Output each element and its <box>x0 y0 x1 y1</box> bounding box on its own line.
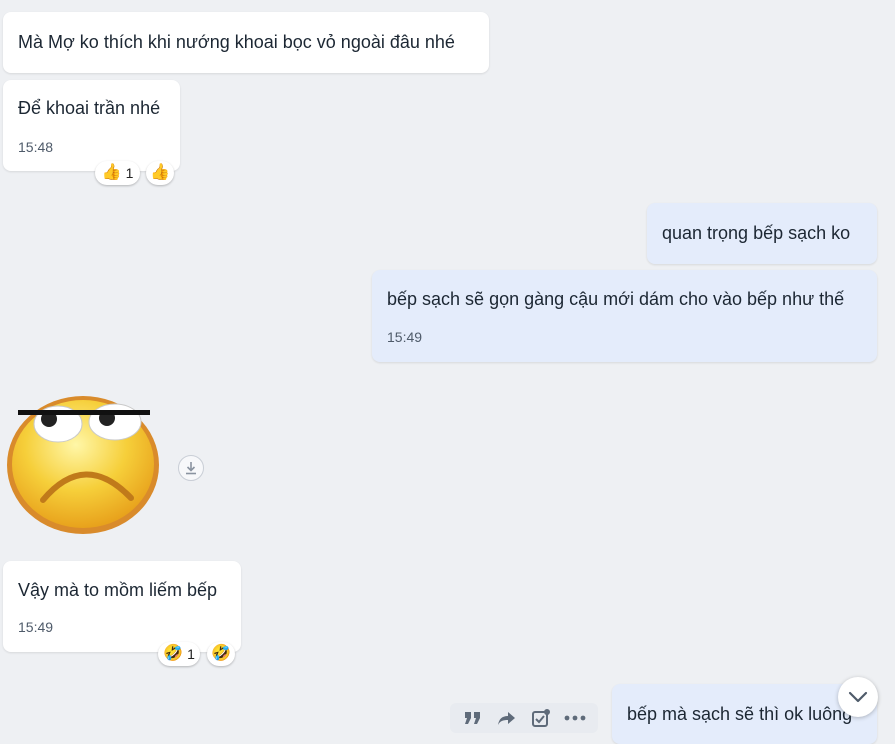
add-reaction-button[interactable]: 👍 <box>146 161 174 185</box>
message-text: Vậy mà to mồm liếm bếp <box>18 580 218 600</box>
download-button[interactable] <box>178 455 204 481</box>
laughing-face-icon: 🤣 <box>211 645 231 662</box>
message-timestamp: 15:49 <box>18 619 54 635</box>
message-action-toolbar <box>450 703 598 733</box>
laughing-face-icon: 🤣 <box>163 645 184 662</box>
more-icon <box>564 715 586 721</box>
message-text: bếp sạch sẽ gọn gàng cậu mới dám cho vào… <box>387 289 845 309</box>
reaction-count: 1 <box>187 646 195 662</box>
message-timestamp: 15:48 <box>18 139 54 155</box>
scroll-to-bottom-button[interactable] <box>838 677 878 717</box>
message-text: bếp mà sạch sẽ thì ok luông <box>627 704 853 724</box>
message-bubble-incoming[interactable]: Để khoai trần nhé 15:48 <box>3 80 180 171</box>
add-reaction-button[interactable]: 🤣 <box>207 642 235 666</box>
reaction-badge[interactable]: 👍 1 <box>95 161 140 185</box>
forward-icon <box>498 712 515 725</box>
unamused-face-sticker[interactable] <box>3 390 168 540</box>
thumbs-up-icon: 👍 <box>101 164 122 181</box>
reaction-count: 1 <box>125 165 134 181</box>
message-text: Mà Mợ ko thích khi nướng khoai bọc vỏ ng… <box>18 32 455 52</box>
unamused-face-icon <box>7 396 159 534</box>
forward-button[interactable] <box>494 705 520 731</box>
reaction-badge[interactable]: 🤣 1 <box>158 642 200 666</box>
quote-button[interactable] <box>460 705 486 731</box>
message-bubble-outgoing[interactable]: quan trọng bếp sạch ko <box>647 203 877 264</box>
more-button[interactable] <box>562 705 588 731</box>
message-text: Để khoai trần nhé <box>18 98 161 118</box>
message-bubble-outgoing[interactable]: bếp sạch sẽ gọn gàng cậu mới dám cho vào… <box>372 270 877 362</box>
chevron-down-icon <box>848 691 868 703</box>
message-timestamp: 15:49 <box>387 329 423 345</box>
todo-icon <box>532 709 550 727</box>
todo-button[interactable] <box>528 705 554 731</box>
message-bubble-incoming[interactable]: Mà Mợ ko thích khi nướng khoai bọc vỏ ng… <box>3 12 489 73</box>
message-bubble-incoming[interactable]: Vậy mà to mồm liếm bếp 15:49 <box>3 561 241 652</box>
message-text: quan trọng bếp sạch ko <box>662 223 851 243</box>
quote-icon <box>465 712 480 724</box>
download-icon <box>186 462 196 475</box>
thumbs-up-icon: 👍 <box>150 164 170 181</box>
